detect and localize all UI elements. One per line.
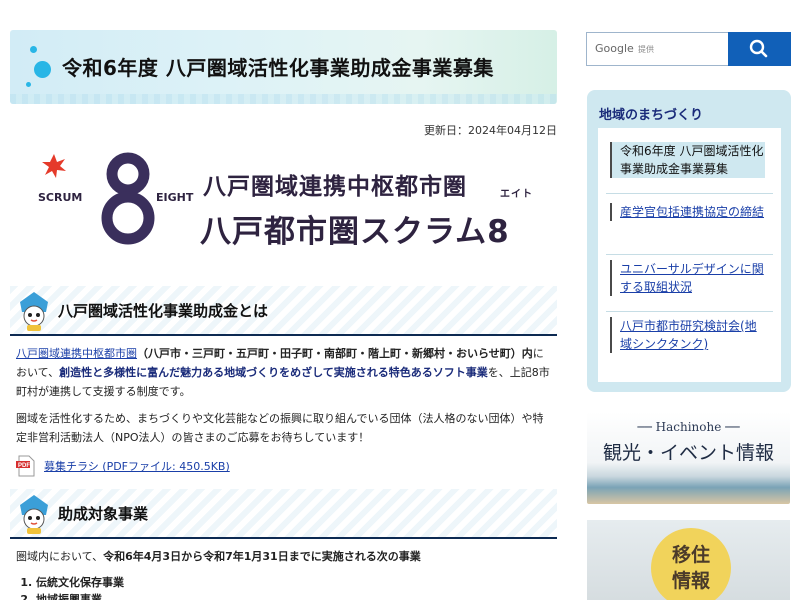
scrum8-logo: SCRUM EIGHT 八戸圏域連携中枢都市圏 エイト 八戸都市圏スクラム8 <box>10 136 557 286</box>
search-brand: Google <box>595 42 634 55</box>
logo-ruby: エイト <box>500 189 533 200</box>
about-emphasis: 創造性と多様性に富んだ魅力ある地域づくりをめざして実施される特色あるソフト事業 <box>59 366 488 379</box>
logo-scrum-text: SCRUM <box>38 191 83 204</box>
sidebar-local-nav: 地域のまちづくり 令和6年度 八戸圏域活性化事業助成金事業募集 産学官包括連携協… <box>587 90 791 392</box>
migration-info-banner[interactable]: 移住 情報 <box>587 520 790 600</box>
decor-dot <box>26 82 31 87</box>
migration-badge: 移住 情報 <box>651 528 731 600</box>
tour-banner-small: ── Hachinohe ── <box>637 420 740 434</box>
logo-line1: 八戸圏域連携中枢都市圏 <box>203 174 467 200</box>
sidebar-list: 令和6年度 八戸圏域活性化事業助成金事業募集 産学官包括連携協定の締結 ユニバー… <box>598 128 781 382</box>
logo-eight-text: EIGHT <box>156 191 194 204</box>
page-title: 令和6年度 八戸圏域活性化事業助成金事業募集 <box>62 56 494 80</box>
sidebar-title: 地域のまちづくり <box>599 108 704 123</box>
search-powered: 提供 <box>638 45 654 54</box>
pdf-icon: PDF <box>16 455 35 477</box>
tour-banner-title: 観光・イベント情報 <box>602 442 774 464</box>
about-paragraph: 八戸圏域連携中枢都市圏（八戸市・三戸町・五戸町・田子町・南部町・階上町・新郷村・… <box>16 344 551 401</box>
migration-line1: 移住 <box>671 544 710 566</box>
municipalities-text: （八戸市・三戸町・五戸町・田子町・南部町・階上町・新郷村・おいらせ町）内 <box>137 347 533 360</box>
mascot-icon <box>20 292 48 331</box>
invite-paragraph: 圏域を活性化するため、まちづくりや文化芸能などの振興に取り組んでいる団体（法人格… <box>16 412 544 444</box>
tourism-event-banner[interactable]: ── Hachinohe ── 観光・イベント情報 <box>587 412 790 504</box>
sidebar-item-universal-design[interactable]: ユニバーサルデザインに関する取組状況 <box>610 260 765 296</box>
updated-date: 更新日：2024年04月12日 <box>424 124 557 137</box>
decor-dot <box>30 46 37 53</box>
divider <box>606 193 773 194</box>
main-content: 令和6年度 八戸圏域活性化事業助成金事業募集 更新日：2024年04月12日 S… <box>10 30 557 600</box>
search-icon <box>749 39 768 58</box>
sidebar-item-partnership[interactable]: 産学官包括連携協定の締結 <box>610 203 765 221</box>
divider <box>606 254 773 255</box>
logo-line2: 八戸都市圏スクラム8 <box>200 214 510 250</box>
section-heading-about: 八戸圏域活性化事業助成金とは <box>10 286 557 336</box>
search-button[interactable] <box>728 32 791 66</box>
region-link[interactable]: 八戸圏域連携中枢都市圏 <box>16 347 137 360</box>
eligible-intro: 圏域内において、令和6年4月3日から令和7年1月31日までに実施される次の事業 <box>16 547 551 566</box>
list-item: 地域振興事業 <box>36 591 557 600</box>
eligible-list: 伝統文化保存事業 地域振興事業 <box>36 574 557 600</box>
sidebar-item-label[interactable]: 産学官包括連携協定の締結 <box>620 205 764 219</box>
section-title: 八戸圏域活性化事業助成金とは <box>58 302 269 320</box>
search-input[interactable]: Google 提供 <box>586 32 728 66</box>
section-title: 助成対象事業 <box>58 505 149 523</box>
sidebar-item-label[interactable]: 八戸市都市研究検討会(地域シンクタンク) <box>620 319 757 351</box>
sidebar-item-label: 令和6年度 八戸圏域活性化事業助成金事業募集 <box>620 144 764 176</box>
intro-bold: 令和6年4月3日から令和7年1月31日までに実施される次の事業 <box>103 550 421 563</box>
flyer-pdf-link[interactable]: 募集チラシ (PDFファイル: 450.5KB) <box>44 458 230 474</box>
sidebar-item-think-tank[interactable]: 八戸市都市研究検討会(地域シンクタンク) <box>610 317 765 353</box>
pdf-download: PDF 募集チラシ (PDFファイル: 450.5KB) <box>16 455 551 477</box>
migration-line2: 情報 <box>671 570 710 592</box>
section-heading-eligible: 助成対象事業 <box>10 489 557 539</box>
sidebar-item-label[interactable]: ユニバーサルデザインに関する取組状況 <box>620 262 764 294</box>
divider <box>606 311 773 312</box>
svg-text:PDF: PDF <box>18 463 30 469</box>
list-item: 伝統文化保存事業 <box>36 574 557 591</box>
page-title-banner: 令和6年度 八戸圏域活性化事業助成金事業募集 <box>10 30 557 104</box>
sidebar-item-current[interactable]: 令和6年度 八戸圏域活性化事業助成金事業募集 <box>610 142 765 178</box>
intro-text: 圏域内において、 <box>16 550 104 563</box>
mascot-icon <box>20 495 48 534</box>
decor-dot <box>34 61 51 78</box>
